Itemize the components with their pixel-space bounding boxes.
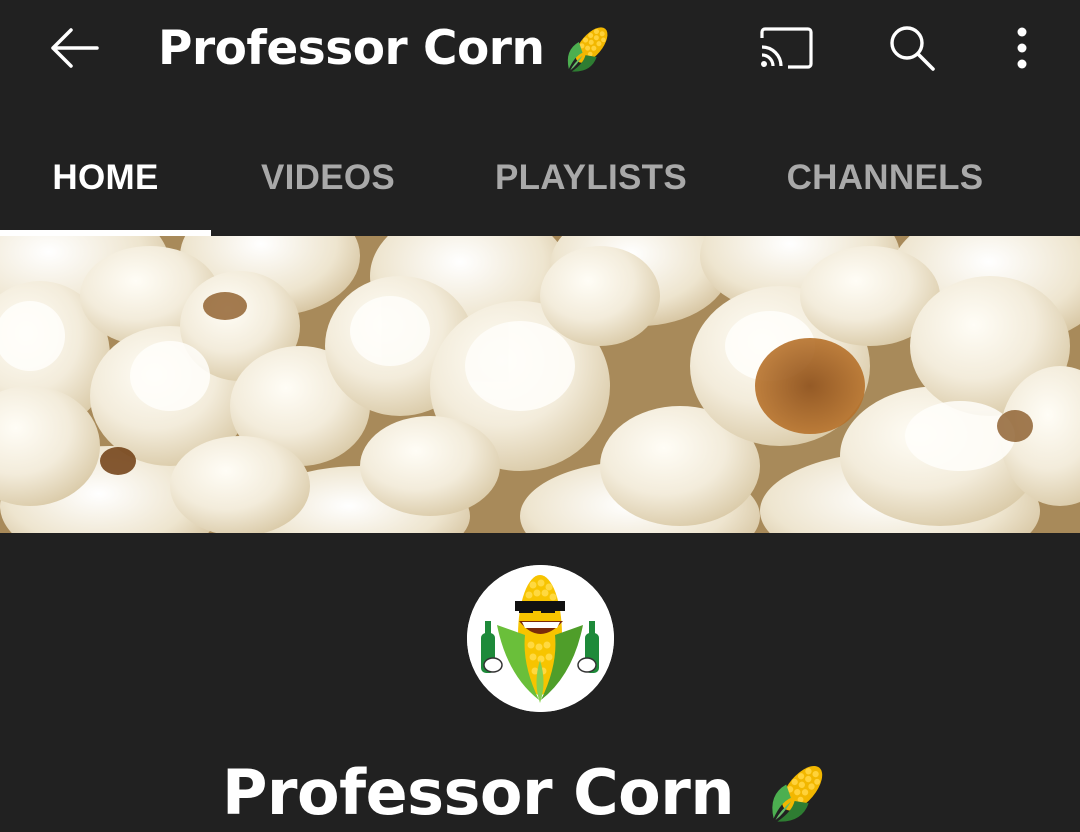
tab-playlists[interactable]: PLAYLISTS xyxy=(470,120,712,236)
tab-home[interactable]: HOME xyxy=(0,120,211,236)
corn-mascot-avatar-image xyxy=(467,565,614,712)
search-button[interactable] xyxy=(878,20,946,76)
channel-title-text: Professor Corn xyxy=(158,20,545,76)
corn-icon xyxy=(568,27,608,72)
top-app-bar: Professor Corn xyxy=(0,0,1080,104)
cast-button[interactable] xyxy=(748,20,824,76)
channel-name-text: Professor Corn xyxy=(221,755,735,829)
appbar-title: Professor Corn xyxy=(158,18,620,78)
popcorn-banner-image xyxy=(0,236,1080,533)
channel-avatar[interactable] xyxy=(467,565,614,712)
tab-videos[interactable]: VIDEOS xyxy=(222,120,434,236)
search-icon xyxy=(890,26,935,71)
tab-channels[interactable]: CHANNELS xyxy=(760,120,1010,236)
channel-tabs: HOME VIDEOS PLAYLISTS CHANNELS xyxy=(0,120,1080,236)
channel-name: Professor Corn xyxy=(0,752,1080,832)
corn-icon xyxy=(772,765,823,822)
more-vert-icon xyxy=(1017,27,1027,69)
back-arrow-icon xyxy=(51,28,99,68)
channel-banner xyxy=(0,236,1080,533)
more-options-button[interactable] xyxy=(996,20,1048,76)
back-button[interactable] xyxy=(42,22,106,74)
cast-icon xyxy=(760,27,813,69)
